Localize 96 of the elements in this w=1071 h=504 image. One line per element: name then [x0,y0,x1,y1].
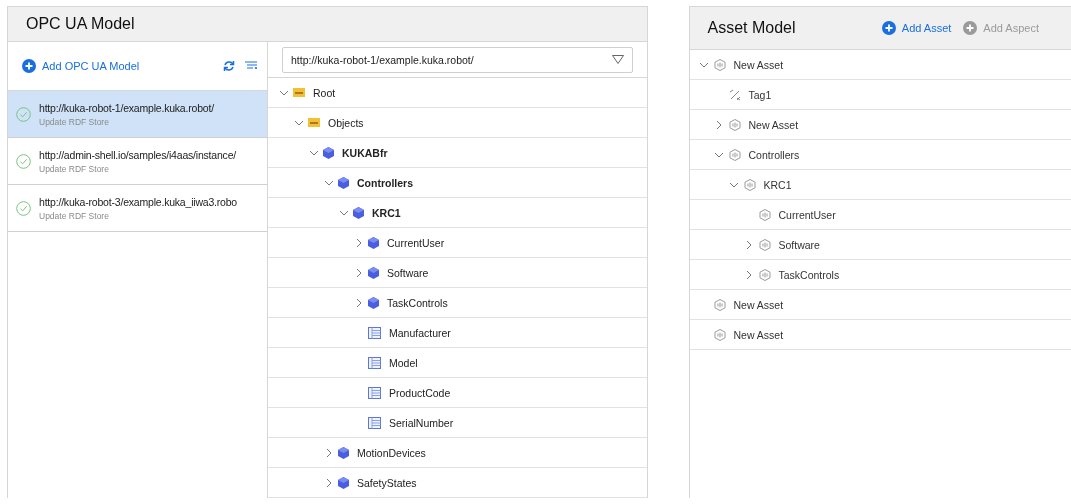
tree-label: Tag1 [748,88,772,101]
tree-row[interactable]: CurrentUser [268,228,647,258]
asset-icon [728,148,741,161]
cube-icon [368,236,379,249]
tree-row[interactable]: Controllers [689,140,1071,170]
asset-icon [758,208,771,221]
tree-row[interactable]: KRC1 [689,170,1071,200]
tree-row[interactable]: Software [268,258,647,288]
tree-row[interactable]: Objects [268,108,647,138]
list-filter-icon[interactable] [245,61,257,71]
plus-icon [963,21,978,35]
chevron-right-icon[interactable] [744,269,754,280]
tree-row[interactable]: SafetyStates [268,468,647,498]
tree-label: MotionDevices [357,446,426,459]
asset-icon [713,328,726,341]
tree-row[interactable]: Root [268,78,647,108]
refresh-icon[interactable] [223,60,235,72]
tree-row[interactable]: MotionDevices [268,438,647,468]
chevron-right-icon[interactable] [714,119,724,130]
plus-icon [22,59,36,73]
tree-row[interactable]: Manufacturer [268,318,647,348]
cube-icon [368,266,379,279]
tree-label: SerialNumber [389,416,454,429]
asset-icon [713,298,726,311]
tree-label: Root [313,86,336,99]
tree-label: CurrentUser [387,236,445,249]
tree-label: Software [778,238,820,251]
tree-label: CurrentUser [778,208,836,221]
tree-label: New Asset [733,328,784,341]
table-icon [368,386,381,399]
tree-row[interactable]: Controllers [268,168,647,198]
model-item[interactable]: http://kuka-robot-1/example.kuka.robot/ Update RDF Store [8,91,267,138]
tree-label: Controllers [748,148,800,161]
model-url: http://kuka-robot-3/example.kuka_iiwa3.robo [39,195,237,208]
asset-icon [728,118,741,131]
tree-row[interactable]: Model [268,348,647,378]
cube-icon [323,146,334,159]
tree-label: New Asset [733,58,784,71]
model-url: http://admin-shell.io/samples/i4aas/instance/ [39,148,237,161]
folder-icon [293,88,305,97]
tree-row[interactable]: KRC1 [268,198,647,228]
model-url: http://kuka-robot-1/example.kuka.robot/ [39,101,214,114]
panel-title: OPC UA Model [26,15,136,33]
cube-icon [338,476,349,489]
tree-row[interactable]: New Asset [689,320,1071,350]
tree-label: KRC1 [372,206,401,219]
model-status: Update RDF Store [39,210,110,221]
table-icon [368,416,381,429]
tree-label: SafetyStates [357,476,417,489]
check-circle-icon [16,106,31,122]
tree-label: Objects [328,116,364,129]
cube-icon [338,446,349,459]
tree-label: Manufacturer [389,326,451,339]
tree-row[interactable]: KUKABfr [268,138,647,168]
folder-icon [308,118,320,127]
cube-icon [353,206,364,219]
tree-label: ProductCode [389,386,451,399]
tree-row[interactable]: TaskControls [268,288,647,318]
tag-icon [728,88,741,101]
tree-label: New Asset [748,118,799,131]
tree-row[interactable]: SerialNumber [268,408,647,438]
table-icon [368,326,381,339]
tree-row[interactable]: ProductCode [268,378,647,408]
tree-label: New Asset [733,298,784,311]
check-circle-icon [16,200,31,216]
model-status: Update RDF Store [39,116,110,127]
tree-label: TaskControls [387,296,448,309]
tree-label: Controllers [357,176,413,189]
cube-icon [338,176,349,189]
tree-row[interactable]: TaskControls [689,260,1071,290]
asset-icon [758,238,771,251]
asset-action-button[interactable]: Add Asset [881,19,952,37]
plus-icon [881,21,896,35]
tree-label: KUKABfr [342,146,388,159]
tree-row[interactable]: New Asset [689,290,1071,320]
tree-row[interactable]: Tag1 [689,80,1071,110]
tree-label: KRC1 [763,178,792,191]
tree-row[interactable]: Software [689,230,1071,260]
chevron-right-icon[interactable] [744,239,754,250]
tree-label: Software [387,266,429,279]
tree-row[interactable]: New Asset [689,50,1071,80]
asset-icon [713,58,726,71]
caret-icon [611,55,624,64]
add-model-button[interactable]: Add OPC UA Model [22,57,140,75]
asset-icon [743,178,756,191]
tree-row[interactable]: New Asset [689,110,1071,140]
tree-label: TaskControls [778,268,840,281]
cube-icon [368,296,379,309]
model-status: Update RDF Store [39,163,110,174]
model-select[interactable]: http://kuka-robot-1/example.kuka.robot/ [282,46,633,73]
tree-row[interactable]: CurrentUser [689,200,1071,230]
tree-label: Model [389,356,418,369]
table-icon [368,356,381,369]
check-circle-icon [16,153,31,169]
panel-title: Asset Model [707,19,797,37]
asset-icon [758,268,771,281]
